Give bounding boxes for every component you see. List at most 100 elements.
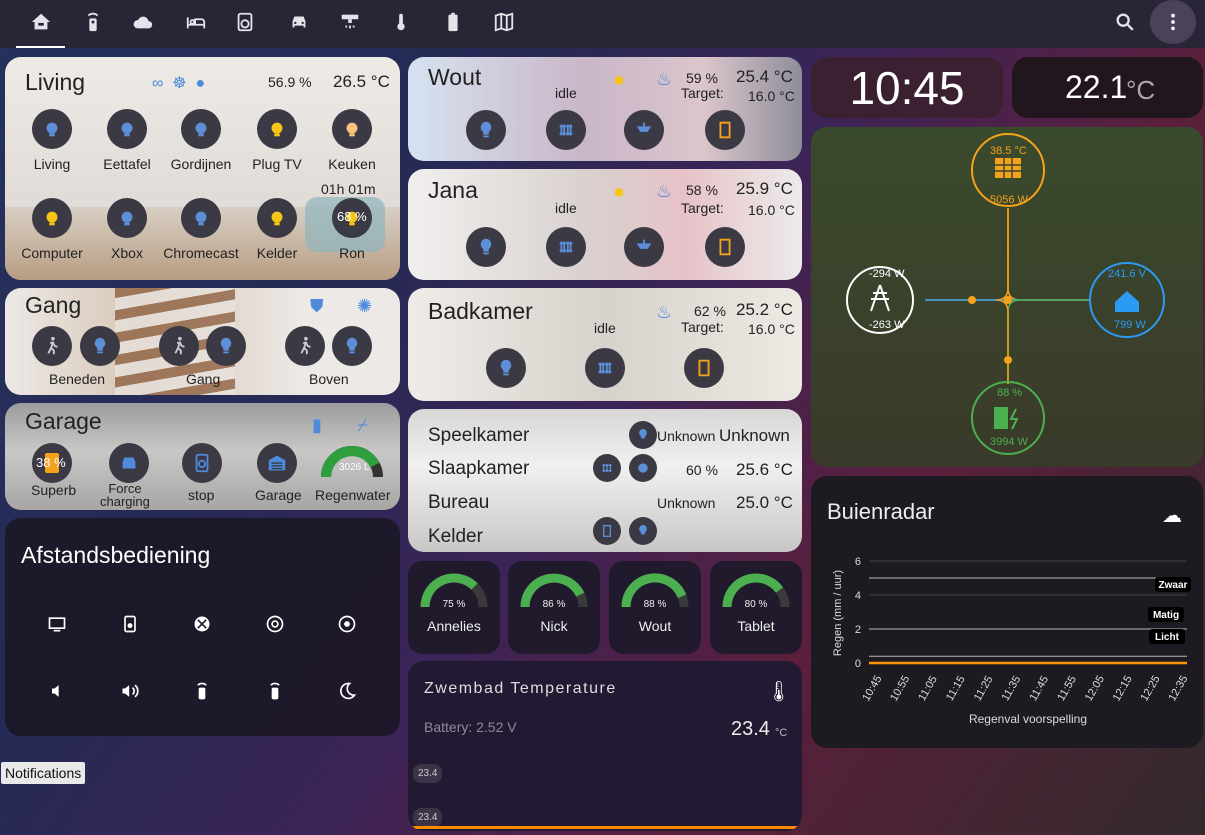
washer-icon[interactable] — [233, 10, 257, 34]
cloud-icon[interactable] — [131, 10, 155, 34]
pool-unit: °C — [775, 727, 788, 739]
volume-down-icon[interactable] — [46, 680, 68, 702]
door-icon[interactable] — [705, 110, 745, 150]
room-humidity: Unknown — [657, 428, 716, 444]
xbox-icon[interactable] — [107, 198, 147, 238]
room-name: Bureau — [428, 492, 490, 513]
home-icon[interactable] — [29, 10, 53, 34]
gang-card: Gang ⛊ ✺ Beneden Gang Boven — [5, 288, 400, 395]
bulb-icon[interactable] — [629, 421, 657, 449]
radiator-icon[interactable] — [585, 348, 625, 388]
threshold-label: Zwaar — [1159, 580, 1188, 591]
motion-boven-icon[interactable] — [285, 326, 325, 366]
ceiling-light-icon[interactable] — [624, 110, 664, 150]
garage-label-stop: stop — [188, 487, 215, 503]
room-temp: 25.6 °C — [736, 460, 793, 479]
battery-gauge-card[interactable]: 88 % Wout — [609, 561, 701, 654]
room-name: Speelkamer — [428, 425, 530, 446]
bed-icon[interactable] — [184, 10, 208, 34]
bulb-icon[interactable] — [466, 227, 506, 267]
temperature-value: 25.4 °C — [736, 67, 793, 86]
force-charging-button[interactable] — [109, 443, 149, 483]
bulb-icon[interactable] — [32, 109, 72, 149]
gauge-arc — [722, 573, 790, 608]
living-button-label: Keuken — [328, 156, 376, 172]
motion-gang-icon[interactable] — [159, 326, 199, 366]
tv-icon[interactable] — [46, 613, 68, 635]
radiator-icon[interactable] — [546, 110, 586, 150]
charger-off-icon: ⌿ — [357, 415, 368, 435]
gauge-arc — [520, 573, 588, 608]
battery-icon[interactable] — [441, 10, 465, 34]
ceiling-light-icon[interactable] — [624, 227, 664, 267]
temperature-value: 25.2 °C — [736, 300, 793, 319]
remote-icon[interactable] — [264, 680, 286, 702]
xbox-icon[interactable] — [191, 613, 213, 635]
shield-icon[interactable]: ⛊ — [310, 296, 324, 317]
radiator-icon[interactable] — [593, 454, 621, 482]
target-value: 16.0 °C — [748, 321, 795, 337]
vacuum-icon[interactable] — [629, 454, 657, 482]
bulb-beneden-icon[interactable] — [80, 326, 120, 366]
remote-icon[interactable] — [191, 680, 213, 702]
cast-icon[interactable] — [181, 198, 221, 238]
car-icon[interactable] — [287, 10, 311, 34]
thermometer-icon[interactable] — [389, 10, 413, 34]
fan-icon[interactable] — [257, 198, 297, 238]
grid-export: -263 W — [869, 319, 905, 331]
search-icon[interactable] — [1113, 10, 1137, 34]
pool-chip: 23.4 — [413, 764, 443, 783]
buienradar-card: Buienradar ☁ 0 2 4 6 Zwaar Matig Licht 10:45 10:… — [811, 476, 1203, 748]
speaker-icon[interactable] — [119, 613, 141, 635]
battery-gauge-card[interactable]: 80 % Tablet — [710, 561, 802, 654]
door-icon[interactable] — [593, 517, 621, 545]
x-tick-label: 11:05 — [916, 674, 940, 703]
solar-power: 5056 W — [990, 194, 1028, 206]
remote-title: Afstandsbediening — [21, 542, 211, 568]
x-tick-label: 12:25 — [1139, 674, 1163, 704]
map-icon[interactable] — [492, 10, 516, 34]
chrome-icon[interactable] — [264, 613, 286, 635]
garage-door-button[interactable] — [257, 443, 297, 483]
bulb-icon[interactable] — [466, 110, 506, 150]
bulb-gang-icon[interactable] — [206, 326, 246, 366]
door-icon[interactable] — [705, 227, 745, 267]
bulb-icon[interactable] — [629, 517, 657, 545]
living-button-label: Eettafel — [103, 156, 151, 172]
temperature-value: 25.9 °C — [736, 179, 793, 198]
remote-icon[interactable] — [81, 10, 105, 34]
notifications-button[interactable]: Notifications — [1, 762, 86, 784]
stop-button[interactable] — [182, 443, 222, 483]
threshold-label: Matig — [1153, 610, 1179, 621]
sleep-icon[interactable] — [336, 680, 358, 702]
room-temp: 25.0 °C — [736, 493, 793, 512]
battery-percent: 88 % — [997, 387, 1023, 399]
dots-vertical-icon[interactable] — [1161, 10, 1185, 34]
humidity-value: 58 % — [686, 182, 718, 198]
volume-up-icon[interactable] — [119, 680, 141, 702]
door-icon[interactable] — [684, 348, 724, 388]
x-tick-label: 10:45 — [860, 674, 884, 704]
motion-beneden-icon[interactable] — [32, 326, 72, 366]
room-title: Garage — [25, 408, 102, 434]
shower-icon[interactable] — [338, 10, 362, 34]
top-bar — [0, 0, 1205, 48]
battery-gauge-card[interactable]: 86 % Nick — [508, 561, 600, 654]
record-icon[interactable] — [336, 613, 358, 635]
bulb-boven-icon[interactable] — [332, 326, 372, 366]
socket-icon[interactable] — [257, 109, 297, 149]
bulb-icon[interactable] — [107, 109, 147, 149]
desktop-icon[interactable] — [32, 198, 72, 238]
curtains-icon[interactable] — [181, 109, 221, 149]
battery-gauge-card[interactable]: 75 % Annelies — [408, 561, 500, 654]
pool-temp: 23.4 — [731, 718, 770, 740]
radiator-icon[interactable] — [546, 227, 586, 267]
bulb-icon[interactable] — [486, 348, 526, 388]
garage-label-garage: Garage — [255, 487, 302, 503]
siren-icon[interactable]: ✺ — [357, 296, 372, 317]
x-tick-label: 11:25 — [972, 674, 996, 703]
alert-icon: ▮ — [312, 415, 322, 435]
x-tick-label: 11:45 — [1027, 674, 1051, 703]
humidity-value: 62 % — [694, 303, 726, 319]
bulb-icon[interactable] — [332, 109, 372, 149]
